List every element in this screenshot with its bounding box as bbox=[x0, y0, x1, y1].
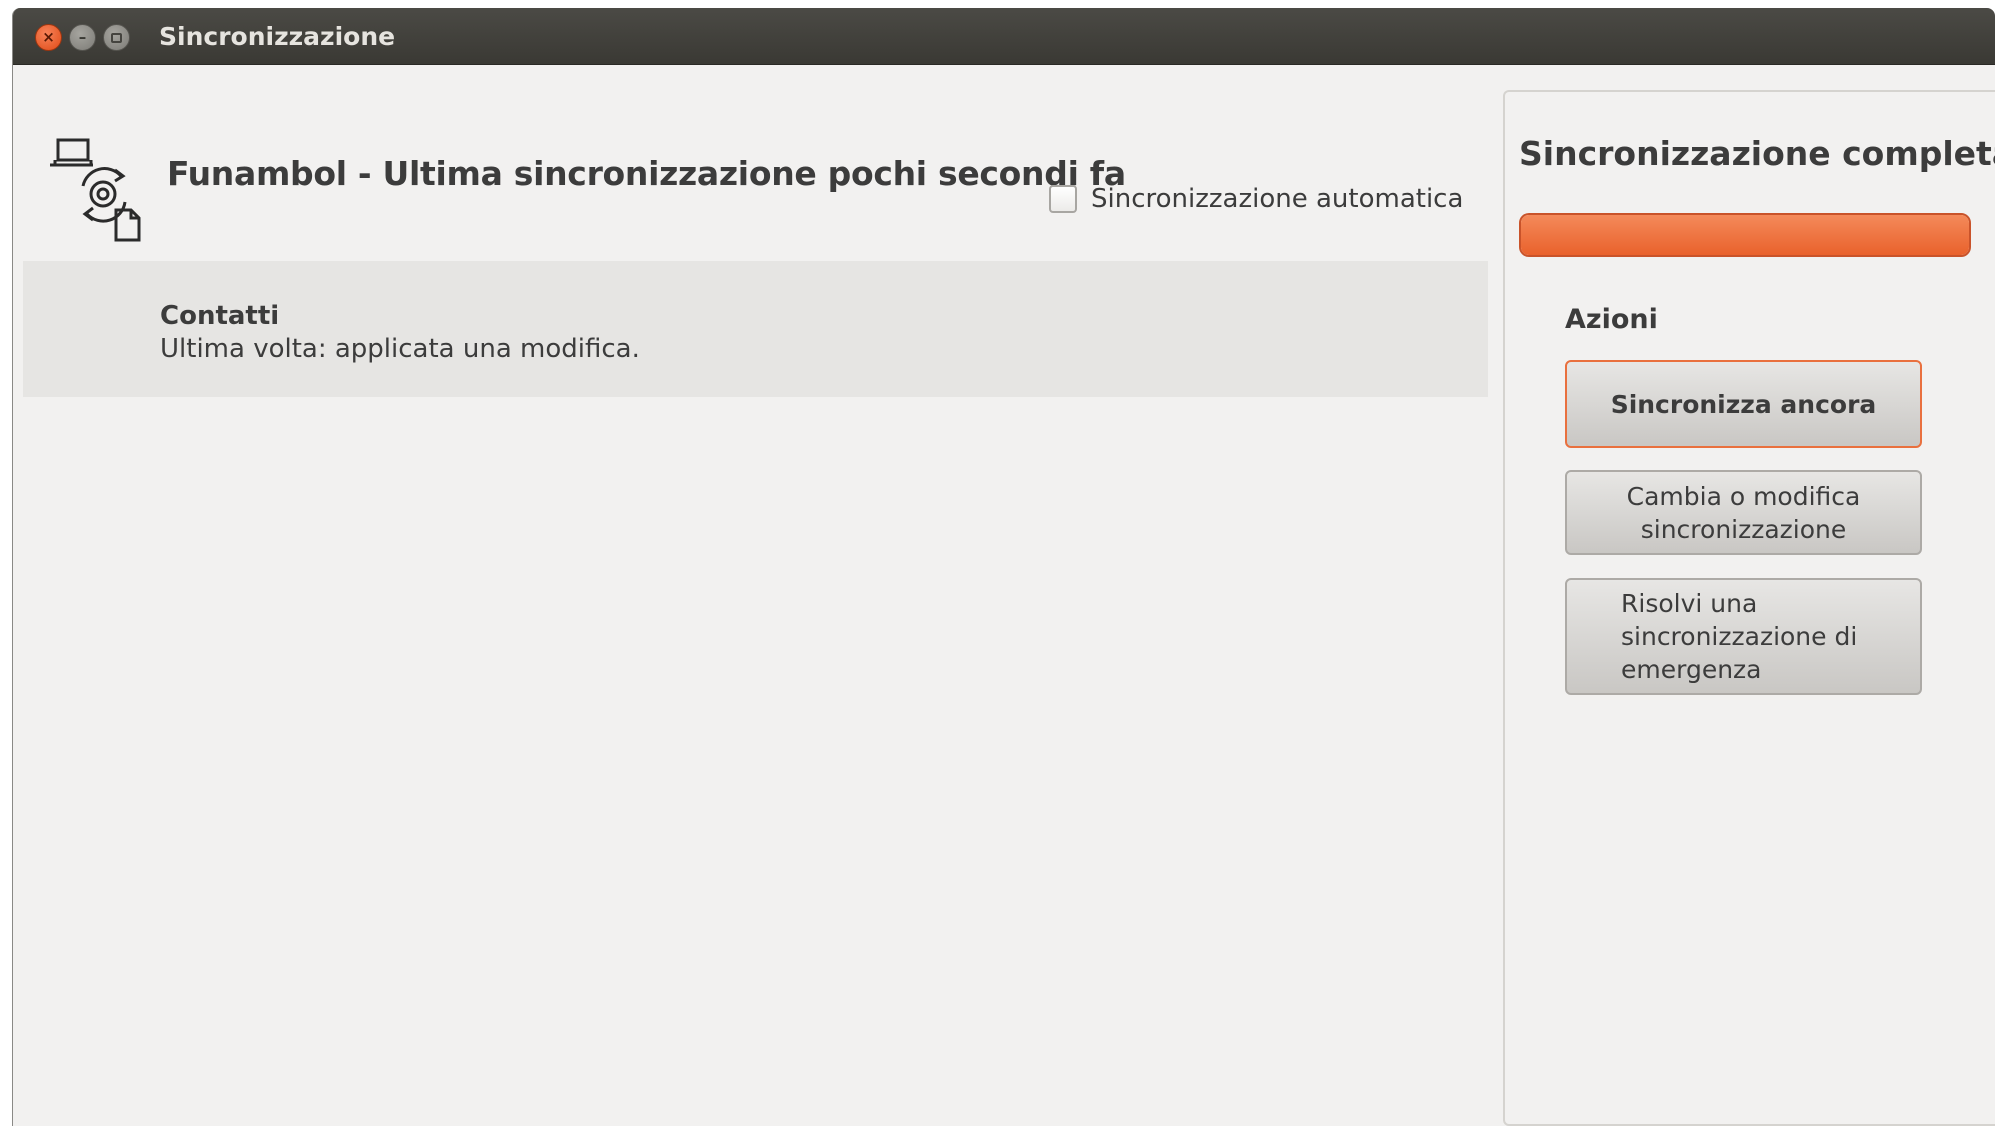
change-sync-button[interactable]: Cambia o modifica sincronizzazione bbox=[1565, 470, 1922, 555]
emergency-sync-button[interactable]: Risolvi una sincronizzazione di emergenz… bbox=[1565, 578, 1922, 695]
sync-again-label: Sincronizza ancora bbox=[1610, 389, 1877, 419]
source-row-contacts[interactable]: Contatti Ultima volta: applicata una mod… bbox=[23, 261, 1488, 397]
window-title: Sincronizzazione bbox=[159, 22, 396, 51]
sync-devices-icon bbox=[50, 138, 141, 242]
sync-again-button[interactable]: Sincronizza ancora bbox=[1565, 360, 1922, 448]
source-status: Ultima volta: applicata una modifica. bbox=[160, 334, 640, 364]
title-bar[interactable]: × – Sincronizzazione bbox=[13, 8, 1995, 65]
sync-progress-fill bbox=[1521, 215, 1969, 255]
source-name: Contatti bbox=[160, 301, 280, 331]
auto-sync-label[interactable]: Sincronizzazione automatica bbox=[1091, 184, 1463, 214]
minimize-icon[interactable]: – bbox=[69, 24, 96, 51]
actions-label: Azioni bbox=[1565, 304, 1658, 335]
profile-title: Funambol - Ultima sincronizzazione pochi… bbox=[167, 154, 1126, 193]
change-sync-label: Cambia o modifica sincronizzazione bbox=[1626, 481, 1861, 544]
sync-window: × – Sincronizzazione Funambol - Ultima s… bbox=[12, 8, 1995, 1126]
auto-sync-option[interactable]: Sincronizzazione automatica bbox=[1049, 184, 1463, 214]
close-icon[interactable]: × bbox=[35, 24, 62, 51]
maximize-icon[interactable] bbox=[103, 24, 130, 51]
emergency-sync-label: Risolvi una sincronizzazione di emergenz… bbox=[1621, 589, 1858, 684]
sync-progress-bar bbox=[1519, 213, 1971, 257]
auto-sync-checkbox[interactable] bbox=[1049, 185, 1077, 213]
sync-status-panel: Sincronizzazione completata Azioni Sincr… bbox=[1503, 90, 1995, 1126]
sync-status-title: Sincronizzazione completata bbox=[1519, 134, 1995, 173]
